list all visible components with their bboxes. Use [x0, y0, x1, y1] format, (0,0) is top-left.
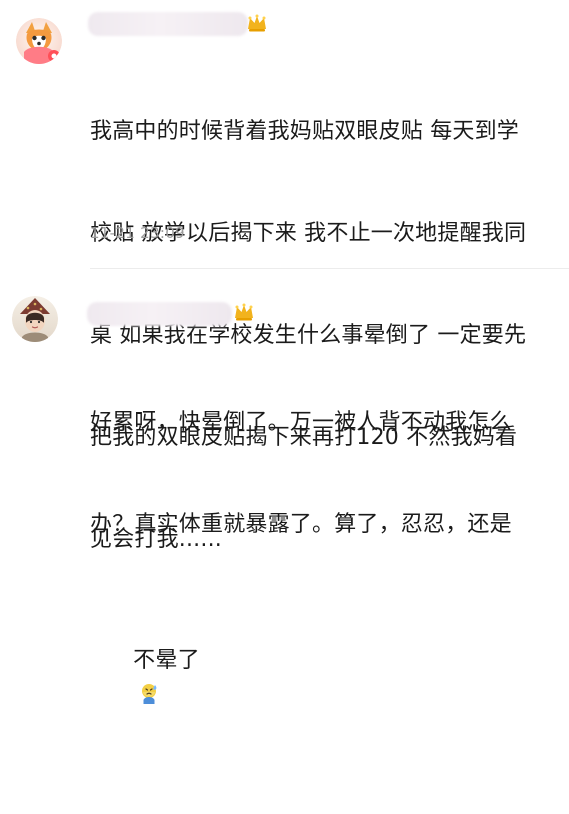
child-with-hat-avatar-icon — [12, 296, 58, 342]
comment-line-text: 不晕了 — [133, 648, 200, 673]
username[interactable] — [88, 12, 248, 36]
comment-card: 我高中的时候背着我妈贴双眼皮贴 每天到学 校贴 放学以后揭下来 我不止一次地提醒… — [0, 0, 569, 552]
comment-line: 不晕了 — [90, 610, 550, 746]
username[interactable] — [87, 302, 232, 326]
comment-line: 办？真实体重就暴露了。算了，忍忍，还是 — [90, 512, 512, 537]
comment-timestamp: 11-21 23:09 — [90, 224, 185, 242]
comment-text: 好累呀，快晕倒了。万一被人背不动我怎么 办？真实体重就暴露了。算了，忍忍，还是 … — [90, 338, 550, 814]
avatar[interactable] — [12, 296, 58, 342]
divider — [90, 268, 569, 269]
avatar[interactable] — [16, 18, 62, 64]
comment-line: 好累呀，快晕倒了。万一被人背不动我怎么 — [90, 410, 512, 435]
crown-icon — [235, 303, 253, 321]
comment-line: 我高中的时候背着我妈贴双眼皮贴 每天到学 — [90, 119, 519, 144]
fox-avatar-icon — [16, 18, 62, 64]
sweat-emoji-icon — [142, 684, 157, 704]
crown-icon — [248, 14, 266, 32]
comment-card: 好累呀，快晕倒了。万一被人背不动我怎么 办？真实体重就暴露了。算了，忍忍，还是 … — [0, 290, 569, 704]
